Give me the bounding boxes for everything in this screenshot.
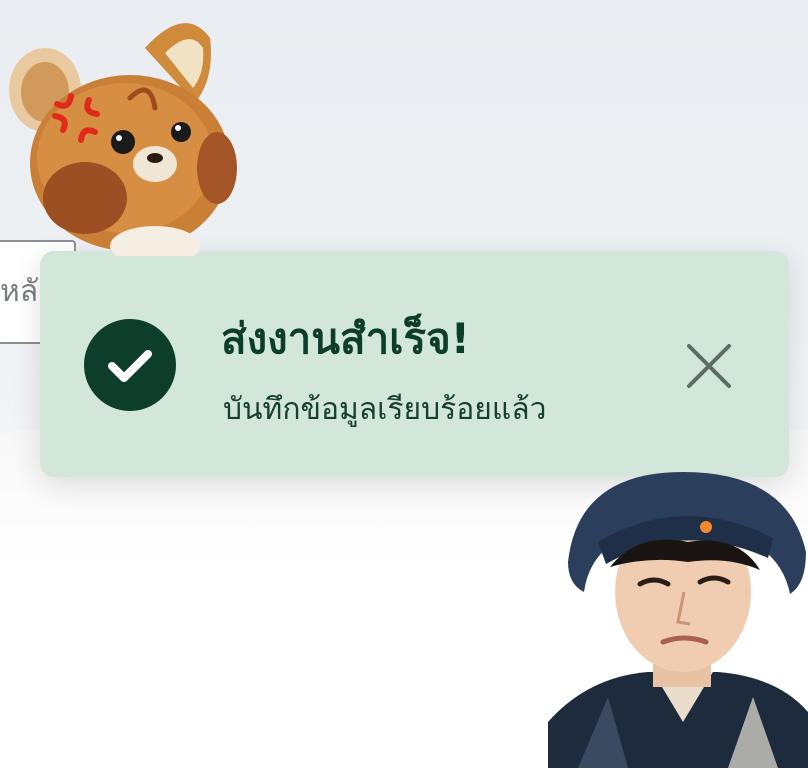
check-circle-icon — [84, 319, 176, 411]
close-button[interactable] — [680, 337, 738, 395]
background-input-text: หลั — [0, 274, 39, 309]
person-sticker — [548, 472, 808, 768]
success-toast: ส่งงานสำเร็จ! บันทึกข้อมูลเรียบร้อยแล้ว — [40, 251, 789, 477]
angry-bear-sticker — [5, 8, 237, 266]
close-icon — [687, 344, 731, 388]
toast-message: บันทึกข้อมูลเรียบร้อยแล้ว — [223, 392, 547, 427]
toast-title: ส่งงานสำเร็จ! — [221, 314, 470, 363]
